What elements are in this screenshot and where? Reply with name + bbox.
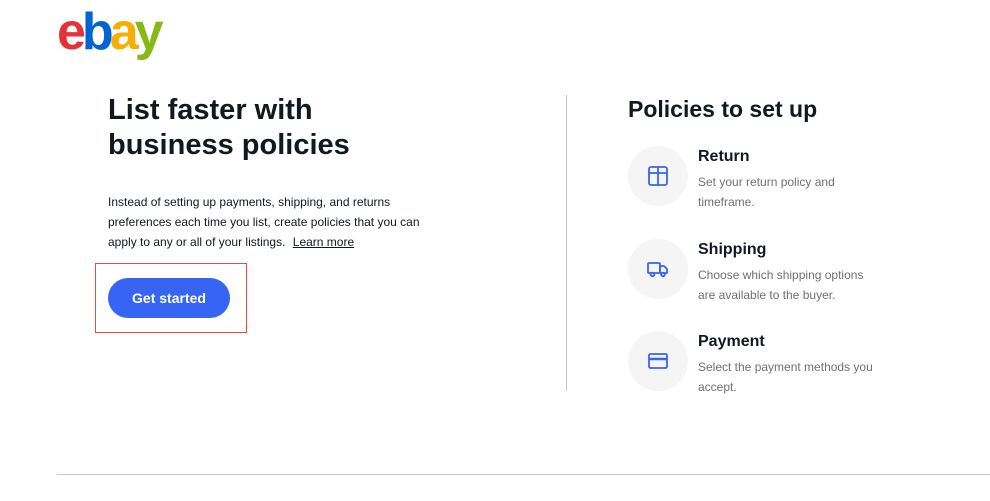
logo-letter-e: e: [57, 3, 86, 61]
logo-letter-b: b: [81, 3, 114, 61]
policy-title-return: Return: [698, 148, 750, 165]
policy-desc-payment: Select the payment methods you accept.: [698, 360, 873, 394]
credit-card-icon: [648, 353, 668, 369]
policy-item-return: Return Set your return policy and timefr…: [628, 146, 908, 216]
get-started-button[interactable]: Get started: [108, 278, 230, 318]
business-policies-page: ebay List faster with business policies …: [0, 0, 990, 501]
logo-letter-a: a: [109, 3, 139, 61]
intro-body: Instead of setting up payments, shipping…: [108, 195, 420, 249]
truck-icon: [647, 262, 668, 278]
intro-text: Instead of setting up payments, shipping…: [108, 192, 438, 252]
ebay-logo[interactable]: ebay: [57, 2, 164, 62]
vertical-divider: [566, 95, 567, 391]
policies-title: Policies to set up: [628, 96, 818, 122]
page-headline: List faster with business policies: [108, 94, 350, 161]
box-icon: [648, 166, 668, 186]
payment-icon-circle: [628, 331, 688, 391]
policy-desc-return: Set your return policy and timeframe.: [698, 175, 835, 209]
logo-letter-y: y: [134, 3, 164, 61]
return-icon-circle: [628, 146, 688, 206]
policy-desc-shipping: Choose which shipping options are availa…: [698, 268, 864, 302]
learn-more-link[interactable]: Learn more: [293, 235, 354, 249]
footer-divider: [57, 474, 990, 475]
policy-item-payment: Payment Select the payment methods you a…: [628, 331, 908, 401]
policy-title-payment: Payment: [698, 333, 765, 350]
policy-title-shipping: Shipping: [698, 241, 767, 258]
shipping-icon-circle: [628, 239, 688, 299]
policy-item-shipping: Shipping Choose which shipping options a…: [628, 239, 908, 309]
